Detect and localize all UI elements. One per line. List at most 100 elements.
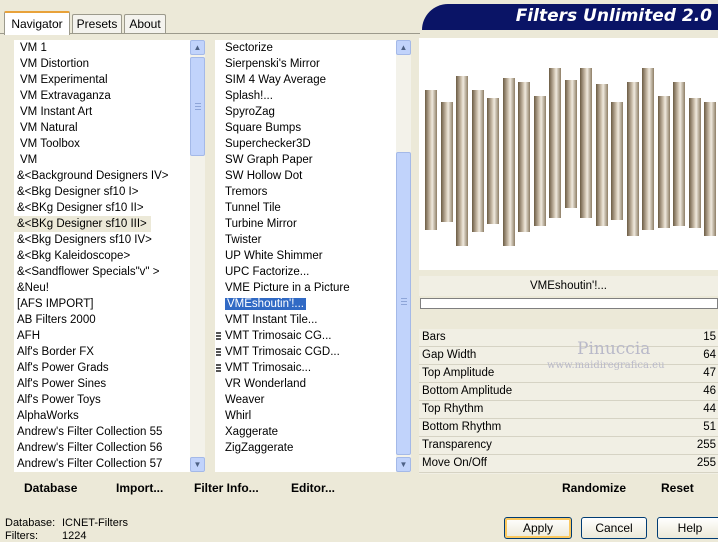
category-item[interactable]: &<Bkg Designers sf10 IV> [14,232,190,248]
filter-item[interactable]: Turbine Mirror [215,216,396,232]
filter-item[interactable]: Splash!... [215,88,396,104]
param-slider[interactable]: Bottom Amplitude 46 [419,383,718,401]
param-slider[interactable]: Transparency 255 [419,437,718,455]
filter-item[interactable]: Whirl [215,408,396,424]
category-item[interactable]: &<Background Designers IV> [14,168,190,184]
category-item[interactable]: VM Natural [14,120,190,136]
filter-item[interactable]: Tunnel Tile [215,200,396,216]
preview-bar [456,76,468,246]
category-item[interactable]: Alf's Power Toys [14,392,190,408]
filter-item[interactable]: SpyroZag [215,104,396,120]
filter-item[interactable]: VMT Trimosaic CGD... [215,344,396,360]
category-item[interactable]: Alf's Power Grads [14,360,190,376]
preview-bar [657,96,670,228]
tab-about[interactable]: About [124,14,166,33]
filter-item[interactable]: UP White Shimmer [215,248,396,264]
watermark-url: www.maidiregrafica.eu [547,360,665,371]
import-button[interactable]: Import... [116,481,163,495]
filter-item[interactable]: Twister [215,232,396,248]
filter-item[interactable]: VMT Trimosaic CG... [215,328,396,344]
category-item[interactable]: Andrew's Filter Collection 55 [14,424,190,440]
tab-presets[interactable]: Presets [72,14,122,33]
category-item[interactable]: &<Bkg Designer sf10 I> [14,184,190,200]
reset-button[interactable]: Reset [661,481,694,495]
category-item[interactable]: &<Sandflower Specials"v" > [14,264,190,280]
category-item[interactable]: AlphaWorks [14,408,190,424]
parameter-panel[interactable]: Bars 15 Gap Width 64 Top Amplitude 47 Bottom A… [419,329,718,474]
filter-item[interactable]: ZigZaggerate [215,440,396,456]
category-item[interactable]: AB Filters 2000 [14,312,190,328]
tab-navigator[interactable]: Navigator [4,11,70,35]
param-slider[interactable]: Move On/Off 255 [419,455,718,473]
param-label: Top Rhythm [422,403,484,415]
filter-item[interactable]: SW Hollow Dot [215,168,396,184]
category-item[interactable]: Andrew's Filter Collection 57 [14,456,190,472]
category-item[interactable]: VM Experimental [14,72,190,88]
cancel-button[interactable]: Cancel [581,517,647,539]
scroll-down-icon[interactable]: ▼ [190,457,205,472]
filter-item-label: VMEshoutin'!... [224,297,307,311]
database-button[interactable]: Database [24,481,77,495]
editor-button[interactable]: Editor... [291,481,335,495]
category-item[interactable]: VM [14,152,190,168]
category-item[interactable]: VM Toolbox [14,136,190,152]
preview-bar [611,102,623,220]
filter-item-label: Sierpenski's Mirror [225,58,320,70]
filter-item-label: VMT Trimosaic CG... [225,330,332,342]
category-item[interactable]: VM Distortion [14,56,190,72]
watermark-name: Pinuccia [577,339,651,359]
filter-item[interactable]: Tremors [215,184,396,200]
filter-item[interactable]: VMEshoutin'!... [215,296,396,312]
apply-button[interactable]: Apply [504,517,572,539]
category-item[interactable]: Alf's Border FX [14,344,190,360]
filter-scroll-thumb[interactable] [396,152,411,455]
filter-item[interactable]: VMT Instant Tile... [215,312,396,328]
param-slider[interactable]: Bottom Rhythm 51 [419,419,718,437]
scroll-up-icon[interactable]: ▲ [190,40,205,55]
param-track [419,472,718,473]
help-button[interactable]: Help [657,517,718,539]
category-item[interactable]: VM Extravaganza [14,88,190,104]
category-item[interactable]: [AFS IMPORT] [14,296,190,312]
filter-item[interactable]: Square Bumps [215,120,396,136]
filter-item-label: VMT Trimosaic CGD... [225,346,340,358]
filter-item-label: ZigZaggerate [225,442,294,454]
category-item[interactable]: &<BKg Designer sf10 III> [14,216,151,232]
category-item[interactable]: Alf's Power Sines [14,376,190,392]
filter-item[interactable]: VME Picture in a Picture [215,280,396,296]
category-item[interactable]: Andrew's Filter Collection 56 [14,440,190,456]
category-scroll-thumb[interactable] [190,57,205,156]
param-value: 46 [703,385,716,397]
param-slider[interactable]: Bars 15 [419,329,718,347]
filter-item[interactable]: Sierpenski's Mirror [215,56,396,72]
filter-item[interactable]: Superchecker3D [215,136,396,152]
filter-item[interactable]: SIM 4 Way Average [215,72,396,88]
filter-item[interactable]: Xaggerate [215,424,396,440]
filter-info-button[interactable]: Filter Info... [194,481,259,495]
preview-bar [642,68,654,230]
filter-scrollbar[interactable]: ▲ ▼ [396,40,411,472]
filter-list[interactable]: Sectorize Sierpenski's Mirror SIM 4 Way Av… [215,40,396,472]
title-banner: Filters Unlimited 2.0 [422,4,718,30]
scroll-down-icon[interactable]: ▼ [396,457,411,472]
category-item[interactable]: &<BKg Designer sf10 II> [14,200,190,216]
filter-item[interactable]: VR Wonderland [215,376,396,392]
category-scrollbar[interactable]: ▲ ▼ [190,40,205,472]
randomize-button[interactable]: Randomize [562,481,626,495]
param-slider[interactable]: Top Rhythm 44 [419,401,718,419]
filter-item[interactable]: SW Graph Paper [215,152,396,168]
category-item[interactable]: &<Bkg Kaleidoscope> [14,248,190,264]
scroll-up-icon[interactable]: ▲ [396,40,411,55]
filter-item[interactable]: UPC Factorize... [215,264,396,280]
category-item[interactable]: &Neu! [14,280,190,296]
category-list[interactable]: VM 1 VM Distortion VM Experimental VM Extra… [14,40,190,472]
category-item[interactable]: VM Instant Art [14,104,190,120]
category-item[interactable]: VM 1 [14,40,190,56]
filter-item-label: Sectorize [225,42,273,54]
param-value: 47 [703,367,716,379]
filter-item[interactable]: VMT Trimosaic... [215,360,396,376]
editor-mark-icon [216,332,221,341]
filter-item[interactable]: Weaver [215,392,396,408]
filter-item[interactable]: Sectorize [215,40,396,56]
category-item[interactable]: AFH [14,328,190,344]
